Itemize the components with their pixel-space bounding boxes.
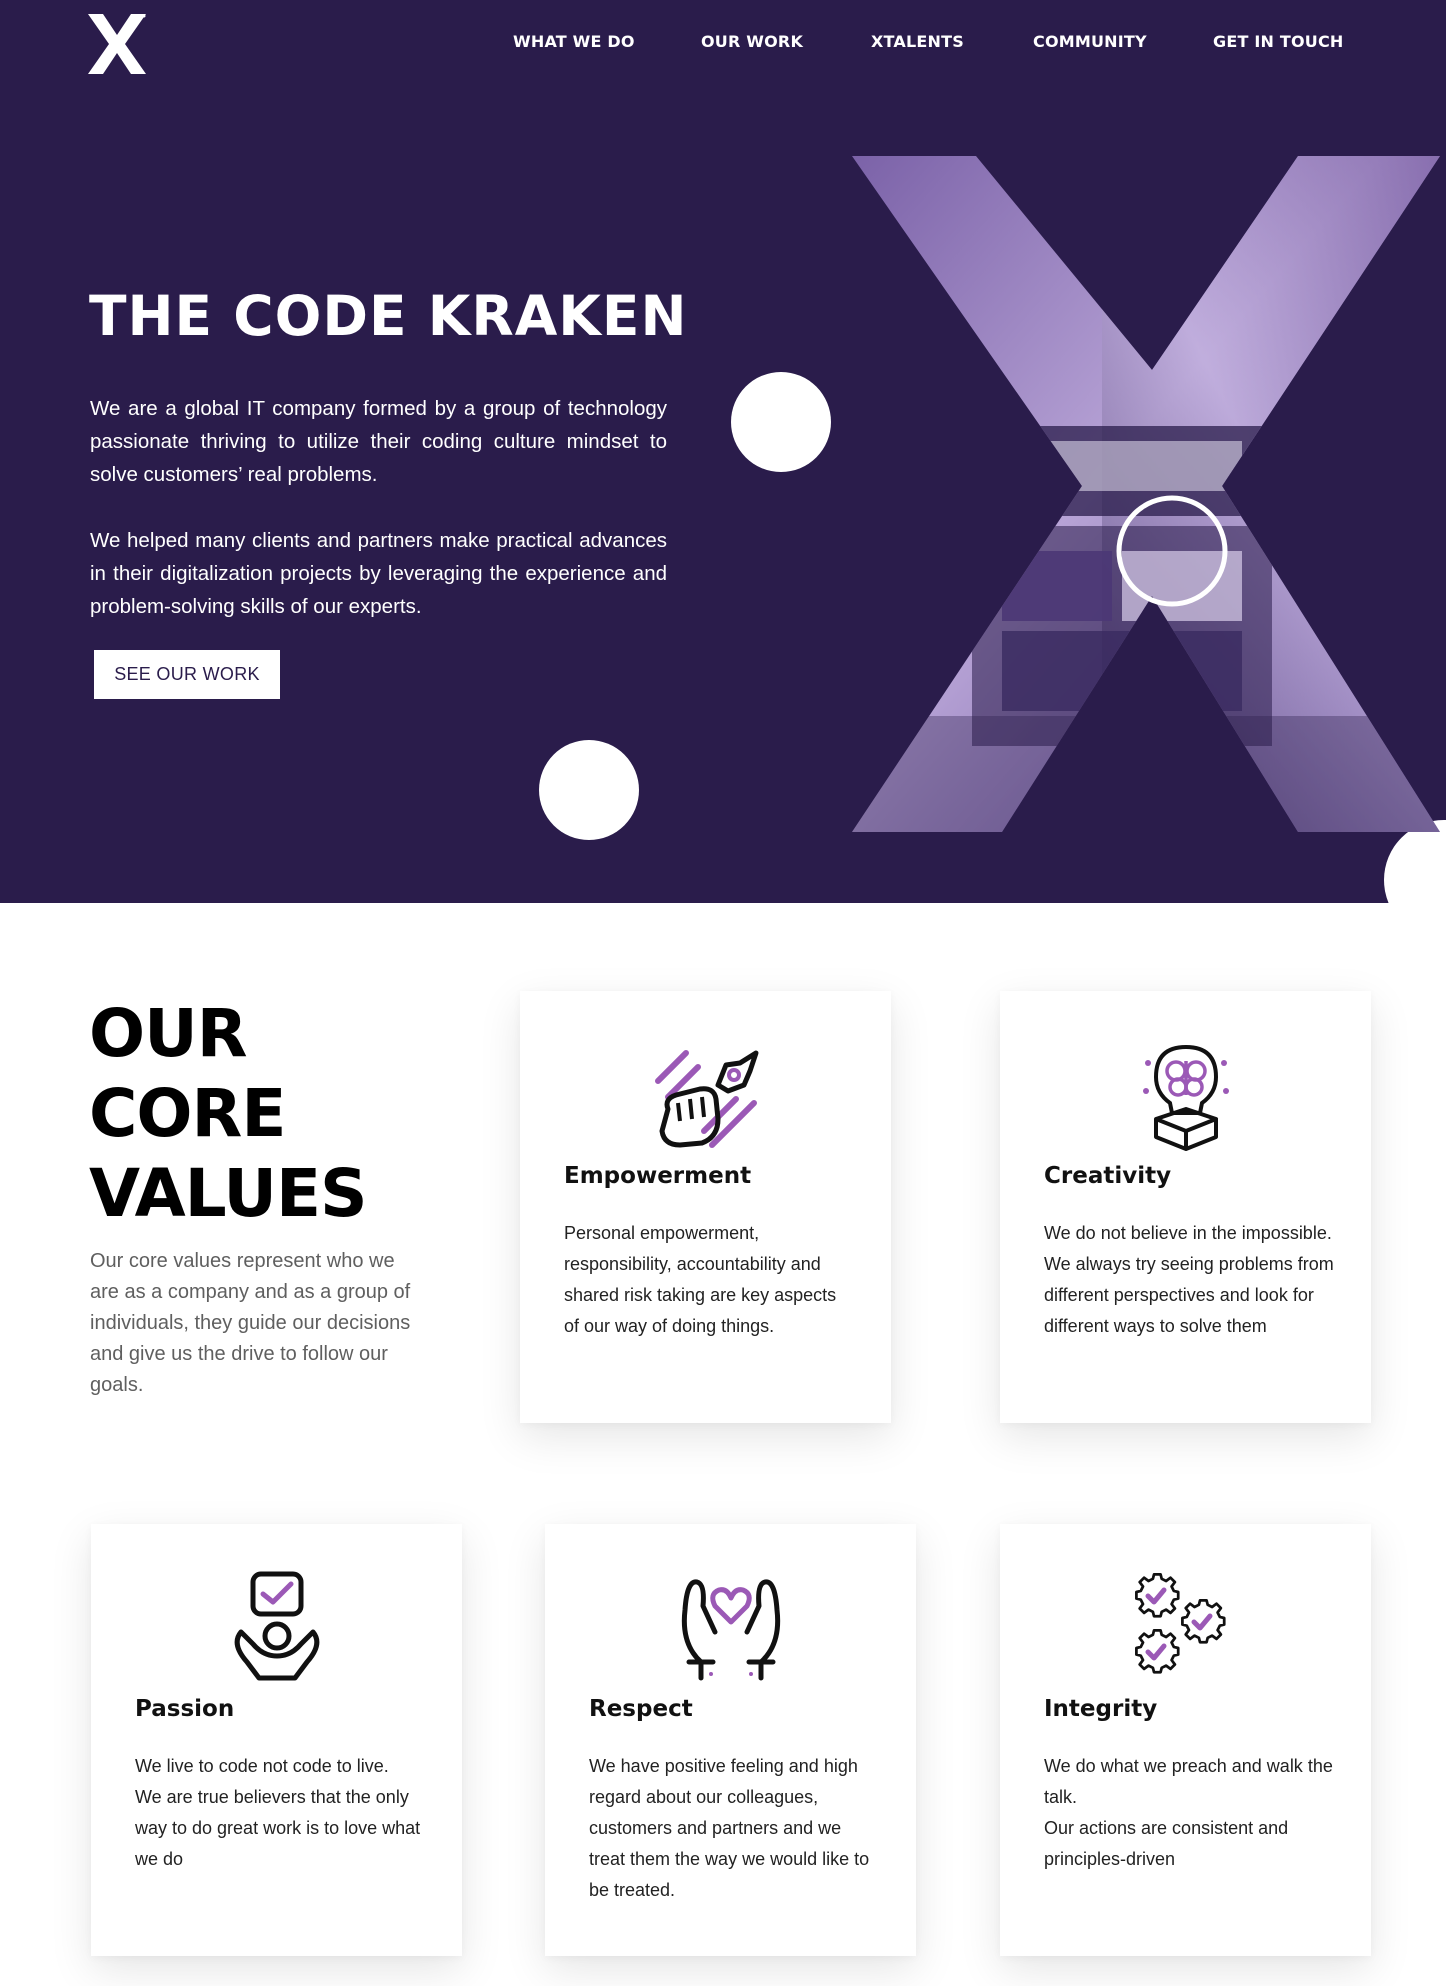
hero-section: WHAT WE DO OUR WORK XTALENTS COMMUNITY G… bbox=[0, 0, 1446, 903]
nav-what-we-do[interactable]: WHAT WE DO bbox=[513, 32, 635, 51]
nav-community[interactable]: COMMUNITY bbox=[1033, 32, 1147, 51]
value-card-respect: Respect We have positive feeling and hig… bbox=[545, 1524, 916, 1956]
hero-paragraph-1: We are a global IT company formed by a g… bbox=[90, 397, 667, 486]
value-card-creativity: Creativity We do not believe in the impo… bbox=[1000, 991, 1371, 1423]
hero-x-image bbox=[852, 156, 1440, 832]
hero-title: THE CODE KRAKEN bbox=[89, 284, 688, 348]
nav-our-work[interactable]: OUR WORK bbox=[701, 32, 803, 51]
nav-get-in-touch[interactable]: GET IN TOUCH bbox=[1213, 32, 1344, 51]
card-title: Passion bbox=[135, 1696, 235, 1722]
core-values-title: OUR CORE VALUES bbox=[89, 994, 368, 1234]
value-card-passion: Passion We live to code not code to live… bbox=[91, 1524, 462, 1956]
title-line: VALUES bbox=[89, 1155, 368, 1232]
hero-paragraph-2: We helped many clients and partners make… bbox=[90, 529, 667, 618]
card-text: We live to code not code to live. We are… bbox=[135, 1756, 421, 1869]
see-our-work-button[interactable]: SEE OUR WORK bbox=[94, 650, 280, 699]
value-card-integrity: Integrity We do what we preach and walk … bbox=[1000, 1524, 1371, 1956]
card-text: Personal empowerment, responsibility, ac… bbox=[564, 1223, 837, 1336]
card-text: We have positive feeling and high regard… bbox=[589, 1756, 870, 1900]
heart-check-icon bbox=[234, 1571, 319, 1681]
fist-rocket-icon bbox=[654, 1050, 758, 1148]
title-line: OUR bbox=[89, 995, 248, 1072]
brain-lightbulb-icon bbox=[1142, 1044, 1229, 1151]
card-text: We do not believe in the impossible. We … bbox=[1044, 1223, 1334, 1336]
hands-heart-icon bbox=[681, 1579, 780, 1681]
card-title: Integrity bbox=[1044, 1696, 1158, 1722]
value-card-empowerment: Empowerment Personal empowerment, respon… bbox=[520, 991, 891, 1423]
decor-circle bbox=[1384, 820, 1446, 903]
card-text: We do what we preach and walk the talk. … bbox=[1044, 1756, 1333, 1869]
decor-circle bbox=[731, 372, 831, 472]
title-line: CORE bbox=[89, 1075, 286, 1152]
gears-check-icon bbox=[1134, 1573, 1226, 1674]
card-title: Empowerment bbox=[564, 1163, 752, 1189]
card-title: Respect bbox=[589, 1696, 693, 1722]
nav-xtalents[interactable]: XTALENTS bbox=[871, 32, 964, 51]
decor-circle bbox=[539, 740, 639, 840]
core-values-description: Our core values represent who we are as … bbox=[90, 1250, 411, 1396]
main-nav: WHAT WE DO OUR WORK XTALENTS COMMUNITY G… bbox=[0, 32, 1446, 56]
card-title: Creativity bbox=[1044, 1163, 1172, 1189]
